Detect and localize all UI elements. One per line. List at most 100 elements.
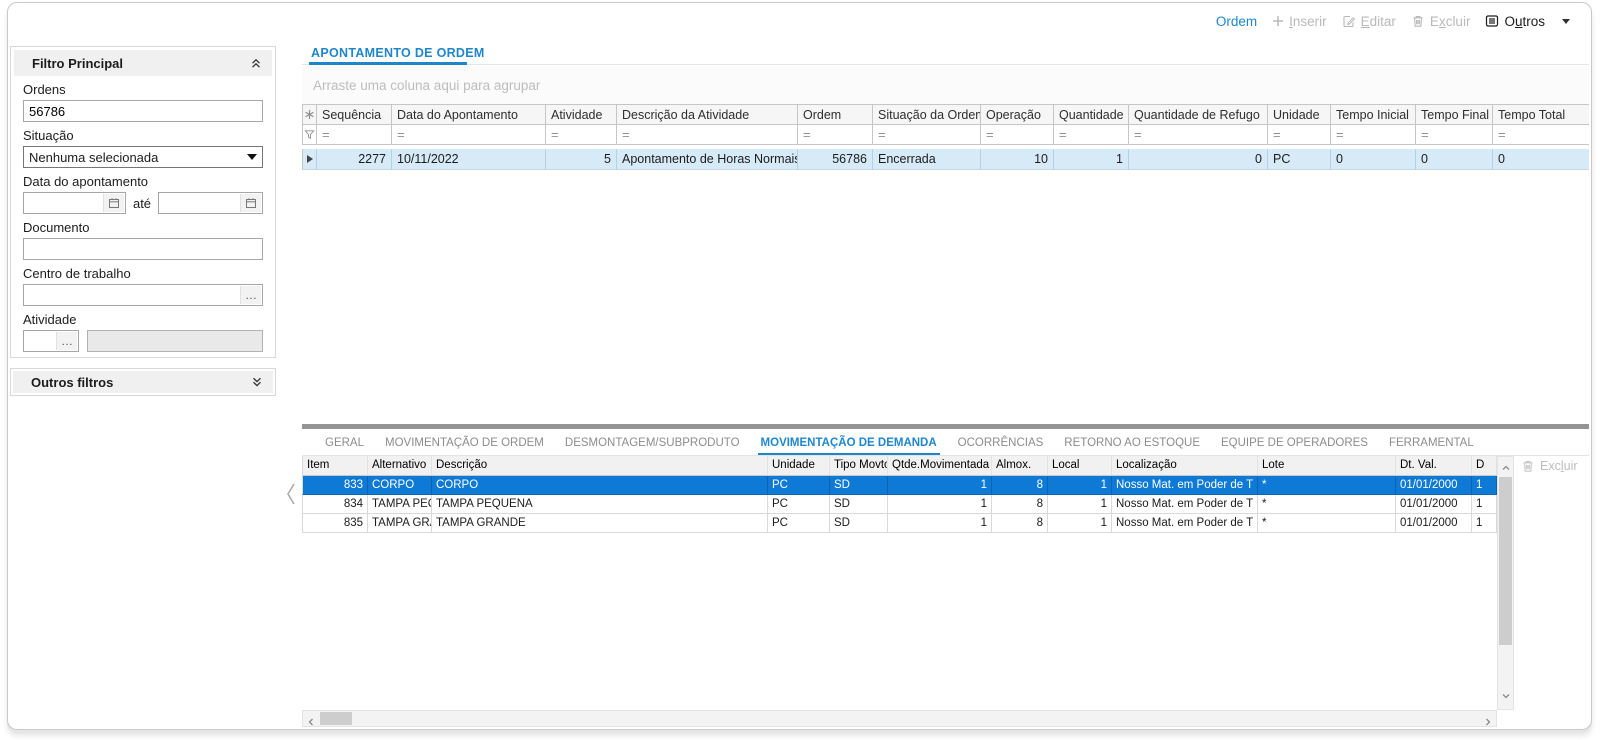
column-header-tempo-total[interactable]: Tempo Total [1493,104,1589,125]
filter-cell-descricao-da-atividade[interactable]: = [617,125,798,145]
filter-operator[interactable]: = [1273,127,1281,142]
column-header-tempo-final[interactable]: Tempo Final [1416,104,1493,125]
tab-apontamento-de-ordem[interactable]: APONTAMENTO DE ORDEM [311,46,485,60]
table-row[interactable]: 835TAMPA GRATAMPA GRANDEPCSD181Nosso Mat… [302,514,1497,533]
tab-movimentacao-de-ordem[interactable]: MOVIMENTAÇÃO DE ORDEM [385,434,544,456]
excluir-button[interactable]: Excluir [1411,14,1471,29]
filter-cell-situacao-da-ordem[interactable]: = [873,125,981,145]
chevron-double-up-icon[interactable] [250,57,262,69]
cell-unidade: PC [768,495,830,514]
column-header-qtde-movimentada[interactable]: Qtde.Movimentada [888,456,992,476]
filter-operator[interactable]: = [1421,127,1429,142]
filter-funnel-icon[interactable] [302,125,317,145]
column-header-local[interactable]: Local [1048,456,1112,476]
scroll-down-icon[interactable] [1501,688,1511,706]
filter-operator[interactable]: = [986,127,994,142]
tab-ferramental[interactable]: FERRAMENTAL [1389,434,1474,456]
filter-operator[interactable]: = [551,127,559,142]
toolbar-overflow-caret-icon[interactable] [1562,19,1570,24]
filter-cell-ordem[interactable]: = [798,125,873,145]
column-header-descricao-da-atividade[interactable]: Descrição da Atividade [617,104,798,125]
situacao-label: Situação [23,128,263,143]
column-header-almox[interactable]: Almox. [992,456,1048,476]
filter-operator[interactable]: = [1059,127,1067,142]
horizontal-splitter[interactable] [302,424,1589,429]
filter-operator[interactable]: = [1498,127,1506,142]
collapse-panel-handle[interactable] [284,480,298,513]
tab-equipe-de-operadores[interactable]: EQUIPE DE OPERADORES [1221,434,1368,456]
filter-operator[interactable]: = [1336,127,1344,142]
filter-cell-atividade[interactable]: = [546,125,617,145]
column-header-tempo-inicial[interactable]: Tempo Inicial [1331,104,1416,125]
calendar-icon[interactable] [240,194,261,212]
calendar-icon[interactable] [103,194,124,212]
table-row[interactable]: 833CORPOCORPOPCSD181Nosso Mat. em Poder … [302,476,1497,495]
column-header-unidade[interactable]: Unidade [768,456,830,476]
tab-geral[interactable]: GERAL [325,434,364,456]
tab-retorno-ao-estoque[interactable]: RETORNO AO ESTOQUE [1064,434,1200,456]
filter-cell-data-do-apontamento[interactable]: = [392,125,546,145]
column-header-quantidade-de-refugo[interactable]: Quantidade de Refugo [1129,104,1268,125]
column-header-tipo-movto[interactable]: Tipo Movto. [830,456,888,476]
vertical-scrollbar-thumb[interactable] [1499,477,1512,645]
filter-cell-tempo-inicial[interactable]: = [1331,125,1416,145]
column-header-lote[interactable]: Lote [1258,456,1396,476]
tab-movimentacao-de-demanda[interactable]: MOVIMENTAÇÃO DE DEMANDA [761,434,937,456]
ordem-link[interactable]: Ordem [1216,14,1257,29]
outros-filtros-header[interactable]: Outros filtros [13,371,273,393]
cell-descricao: CORPO [432,476,768,495]
column-header-sequencia[interactable]: Sequência [317,104,392,125]
column-header-dt-val[interactable]: Dt. Val. [1396,456,1472,476]
column-header-item[interactable]: Item [302,456,368,476]
column-header-descricao[interactable]: Descrição [432,456,768,476]
filter-cell-quantidade-de-refugo[interactable]: = [1129,125,1268,145]
editar-button[interactable]: Editar [1342,14,1396,29]
tab-desmontagem-subproduto[interactable]: DESMONTAGEM/SUBPRODUTO [565,434,740,456]
ellipsis-lookup-button[interactable]: … [240,286,261,304]
filter-operator[interactable]: = [878,127,886,142]
filtro-principal-title: Filtro Principal [32,56,123,71]
tab-ocorrencias[interactable]: OCORRÊNCIAS [958,434,1044,456]
horizontal-scrollbar-thumb[interactable] [320,712,352,725]
inserir-button[interactable]: Inserir [1272,14,1327,29]
column-header-unidade[interactable]: Unidade [1268,104,1331,125]
column-header-alternativo[interactable]: Alternativo [368,456,432,476]
column-header-ordem[interactable]: Ordem [798,104,873,125]
scroll-left-icon[interactable] [306,714,316,732]
ordens-input[interactable] [23,100,263,122]
centro-trabalho-input[interactable] [24,285,262,305]
filter-operator[interactable]: = [397,127,405,142]
filter-cell-sequencia[interactable]: = [317,125,392,145]
filter-operator[interactable]: = [322,127,330,142]
filter-operator[interactable]: = [1134,127,1142,142]
filter-cell-operacao[interactable]: = [981,125,1054,145]
detail-excluir-button[interactable]: Excluir [1521,459,1578,473]
ellipsis-lookup-button[interactable]: … [56,332,77,350]
column-header-situacao-da-ordem[interactable]: Situação da Ordem [873,104,981,125]
horizontal-scrollbar[interactable] [302,710,1497,727]
column-header-quantidade[interactable]: Quantidade [1054,104,1129,125]
filter-operator[interactable]: = [803,127,811,142]
group-by-panel[interactable]: Arraste uma coluna aqui para agrupar [302,66,1589,104]
column-header-localizacao[interactable]: Localização [1112,456,1258,476]
column-header-data-do-apontamento[interactable]: Data do Apontamento [392,104,546,125]
table-row[interactable]: 227710/11/20225Apontamento de Horas Norm… [302,149,1589,170]
filter-operator[interactable]: = [622,127,630,142]
documento-input[interactable] [23,238,263,260]
column-header-atividade[interactable]: Atividade [546,104,617,125]
filter-cell-unidade[interactable]: = [1268,125,1331,145]
table-row[interactable]: 834TAMPA PEQTAMPA PEQUENAPCSD181Nosso Ma… [302,495,1497,514]
column-header-operacao[interactable]: Operação [981,104,1054,125]
vertical-scrollbar[interactable] [1497,456,1514,710]
grid-customize-icon[interactable] [302,104,317,125]
scroll-right-icon[interactable] [1483,714,1493,732]
filtro-principal-header[interactable]: Filtro Principal [14,50,272,76]
scroll-up-icon[interactable] [1501,460,1511,478]
filter-cell-tempo-final[interactable]: = [1416,125,1493,145]
column-header-d[interactable]: D [1472,456,1497,476]
filter-cell-tempo-total[interactable]: = [1493,125,1589,145]
chevron-double-down-icon[interactable] [251,376,263,388]
filter-cell-quantidade[interactable]: = [1054,125,1129,145]
situacao-dropdown[interactable]: Nenhuma selecionada [23,146,263,168]
outros-button[interactable]: Outros [1485,14,1545,29]
